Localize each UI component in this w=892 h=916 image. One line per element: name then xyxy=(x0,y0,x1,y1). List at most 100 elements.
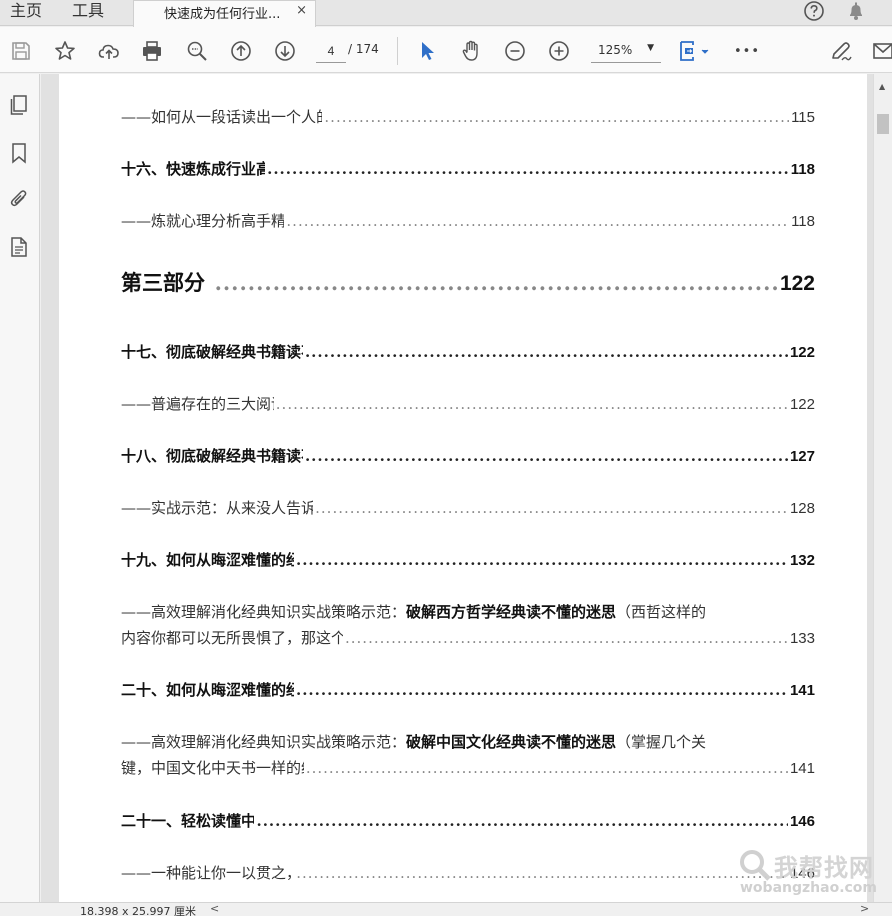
toc-entry[interactable]: ——实战示范：从来没人告诉你《六顶思考帽》真正的价值在这里！ 128 xyxy=(121,495,815,522)
toc-entry-line: ——如何从一段话读出一个人的个性特征、家庭背景、职业角色等信息？ 115 xyxy=(121,104,815,131)
select-tool-button[interactable] xyxy=(414,38,440,64)
toc-entry-line: 第三部分 高效理解力训练篇 122 xyxy=(121,268,815,299)
toc-leader-dots xyxy=(296,860,788,886)
toc-leader-dots xyxy=(256,808,788,834)
toc-entry-prefix: ——高效理解消化经典知识实战策略示范： xyxy=(121,603,407,621)
toc-leader-dots xyxy=(345,625,788,651)
more-tools-button[interactable]: ••• xyxy=(734,38,760,64)
mail-icon xyxy=(873,43,892,59)
toc-leader-dots xyxy=(276,391,788,417)
toc-entry[interactable]: 第三部分 高效理解力训练篇 122 xyxy=(121,268,815,299)
toc-leader-dots xyxy=(215,268,778,298)
toc-entry-line: 内容你都可以无所畏惧了，那这个世界上也就没有什么内容还可以让你有所畏惧了） 133 xyxy=(121,625,815,652)
toc-page-number: 128 xyxy=(789,500,815,517)
toc-entry[interactable]: 二十、如何从晦涩难懂的经典中嚼出恍然大悟的味道来？（下） 141 xyxy=(121,677,815,704)
scrollbar-thumb[interactable] xyxy=(877,114,889,134)
toc-entry-title: ——实战示范：从来没人告诉你《六顶思考帽》真正的价值在这里！ xyxy=(121,499,314,517)
bookmarks-icon[interactable] xyxy=(8,142,30,164)
zoom-in-button[interactable] xyxy=(546,38,572,64)
save-icon xyxy=(12,42,30,60)
notification-bell-icon[interactable] xyxy=(845,0,867,22)
save-button[interactable] xyxy=(8,38,34,64)
mail-button[interactable] xyxy=(870,38,892,64)
toc-entry[interactable]: 十九、如何从晦涩难懂的经典中嚼出恍然大悟的味道来？（上） 132 xyxy=(121,547,815,574)
toc-page-number: 122 xyxy=(789,344,815,361)
zoom-in-icon xyxy=(549,41,569,61)
document-properties-icon[interactable] xyxy=(8,236,30,258)
toc-entry-line: ——一种能让你一以贯之，一通百通的中国文化底层思维？146 xyxy=(121,860,815,887)
toc-entry-line: ——炼就心理分析高手精准分析，铁口直断的关键步骤 118 xyxy=(121,208,815,235)
toc-entry-line: 二十一、轻松读懂中国文化经典的揣摩术之一 146 xyxy=(121,808,815,835)
zoom-search-button[interactable] xyxy=(184,38,210,64)
toc-leader-dots xyxy=(306,755,788,781)
toc-entry[interactable]: ——普遍存在的三大阅读误区“毒”倒多少英雄好汉 122 xyxy=(121,391,815,418)
toc-entry-title: 二十一、轻松读懂中国文化经典的揣摩术之一 xyxy=(121,812,255,830)
pages-icon[interactable] xyxy=(8,94,30,116)
hand-icon xyxy=(462,40,478,61)
toc-leader-dots xyxy=(267,156,789,182)
toc-entry-title: 第三部分 高效理解力训练篇 xyxy=(121,270,213,295)
upload-button[interactable] xyxy=(96,38,122,64)
magnifier-logo-icon xyxy=(740,850,771,881)
toolbar-divider xyxy=(397,37,398,65)
toc-entry-line: ——普遍存在的三大阅读误区“毒”倒多少英雄好汉 122 xyxy=(121,391,815,418)
zoom-select[interactable]: 125% ▼ xyxy=(591,39,661,63)
bookmark-star-icon xyxy=(55,41,75,60)
fit-page-button[interactable] xyxy=(678,38,714,64)
help-icon[interactable] xyxy=(803,0,825,22)
zoom-out-button[interactable] xyxy=(502,38,528,64)
scroll-up-icon[interactable]: ▲ xyxy=(879,82,885,91)
document-viewport[interactable]: ——如何从一段话读出一个人的个性特征、家庭背景、职业角色等信息？ 115 十六、快速… xyxy=(41,74,873,902)
toc-page-number: 132 xyxy=(789,552,815,569)
left-sidebar xyxy=(0,74,40,916)
toc-entry[interactable]: ——如何从一段话读出一个人的个性特征、家庭背景、职业角色等信息？ 115 xyxy=(121,104,815,131)
toc-entry-line: 二十、如何从晦涩难懂的经典中嚼出恍然大悟的味道来？（下） 141 xyxy=(121,677,815,704)
fit-page-icon xyxy=(680,41,709,61)
sign-button[interactable] xyxy=(828,38,854,64)
toc-leader-dots xyxy=(296,677,788,703)
page-number-input[interactable] xyxy=(316,39,346,63)
sign-icon xyxy=(832,42,852,61)
print-button[interactable] xyxy=(139,38,165,64)
vertical-scrollbar[interactable]: ▲ xyxy=(873,74,892,902)
tab-bar: 主页 工具 快速成为任何行业... × xyxy=(0,0,892,27)
toc-entry[interactable]: ——一种能让你一以贯之，一通百通的中国文化底层思维？146 xyxy=(121,860,815,887)
chevron-down-icon: ▼ xyxy=(647,43,654,53)
toc-entry-prefix: ——高效理解消化经典知识实战策略示范： xyxy=(121,733,407,751)
toc-entry[interactable]: ——高效理解消化经典知识实战策略示范：破解中国文化经典读不懂的迷思（掌握几个关键… xyxy=(121,729,815,782)
toc-entry-line: 十八、彻底破解经典书籍读不懂、速度慢、读完忘的阅读纠结（二） 127 xyxy=(121,443,815,470)
tab-tools[interactable]: 工具 xyxy=(72,0,104,26)
tab-document-label: 快速成为任何行业... xyxy=(164,7,281,22)
tab-home[interactable]: 主页 xyxy=(10,0,42,26)
toc-entry[interactable]: 二十一、轻松读懂中国文化经典的揣摩术之一 146 xyxy=(121,808,815,835)
pdf-page: ——如何从一段话读出一个人的个性特征、家庭背景、职业角色等信息？ 115 十六、快速… xyxy=(59,74,867,902)
toc-entry[interactable]: 十六、快速炼成行业高手之心理学实战举例（七） 118 xyxy=(121,156,815,183)
attachments-icon[interactable] xyxy=(8,188,30,210)
scroll-right-icon[interactable]: > xyxy=(860,902,869,915)
select-arrow-icon xyxy=(422,42,434,60)
bookmark-star-button[interactable] xyxy=(52,38,78,64)
page-down-button[interactable] xyxy=(272,38,298,64)
toc-entry[interactable]: ——炼就心理分析高手精准分析，铁口直断的关键步骤 118 xyxy=(121,208,815,235)
tab-document[interactable]: 快速成为任何行业... × xyxy=(133,0,316,27)
hand-tool-button[interactable] xyxy=(458,38,484,64)
page-up-button[interactable] xyxy=(228,38,254,64)
toc-entry-title: 十六、快速炼成行业高手之心理学实战举例（七） xyxy=(121,160,266,178)
toc-entry[interactable]: ——高效理解消化经典知识实战策略示范：破解西方哲学经典读不懂的迷思（西哲这样的内… xyxy=(121,599,815,652)
toc-entry-title: ——如何从一段话读出一个人的个性特征、家庭背景、职业角色等信息？ xyxy=(121,108,322,126)
toc-entry-title: ——炼就心理分析高手精准分析，铁口直断的关键步骤 xyxy=(121,212,285,230)
toc-entry-line: ——高效理解消化经典知识实战策略示范：破解中国文化经典读不懂的迷思（掌握几个关 xyxy=(121,729,815,755)
toc-entry[interactable]: 十七、彻底破解经典书籍读不懂、速度慢、读完忘的阅读纠结（一） 122 xyxy=(121,339,815,366)
toc-entry[interactable]: 十八、彻底破解经典书籍读不懂、速度慢、读完忘的阅读纠结（二） 127 xyxy=(121,443,815,470)
more-icon: ••• xyxy=(734,43,761,59)
tab-close-button[interactable]: × xyxy=(296,3,307,18)
toc-entry-title: 二十、如何从晦涩难懂的经典中嚼出恍然大悟的味道来？（下） xyxy=(121,681,294,699)
toc-entry-line: 十七、彻底破解经典书籍读不懂、速度慢、读完忘的阅读纠结（一） 122 xyxy=(121,339,815,366)
toc-page-number: 122 xyxy=(779,272,815,295)
toc-page-number: 141 xyxy=(789,760,815,777)
page-total: / 174 xyxy=(348,42,379,56)
status-bar: 18.398 x 25.997 厘米 < > xyxy=(0,902,892,916)
toc-entry-emphasis: 破解西方哲学经典读不懂的迷思 xyxy=(406,603,617,621)
scroll-left-icon[interactable]: < xyxy=(210,902,219,915)
toolbar: / 174 125% ▼ ••• xyxy=(0,27,892,73)
